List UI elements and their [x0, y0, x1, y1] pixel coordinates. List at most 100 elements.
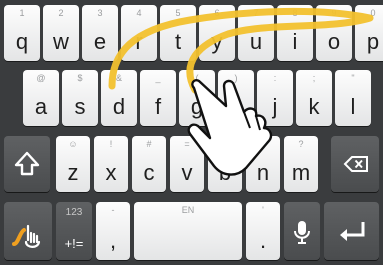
key-label: o [327, 29, 341, 54]
backspace-key[interactable] [331, 136, 379, 192]
key-hint: ; [312, 73, 316, 83]
period-key[interactable]: ' . [246, 202, 280, 260]
key-label: n [256, 160, 270, 185]
key-n[interactable]: + n [246, 136, 280, 192]
key-hint: @ [36, 73, 46, 83]
swype-logo-icon [12, 224, 41, 248]
key-c[interactable]: # c [132, 136, 166, 192]
microphone-icon [294, 221, 310, 244]
key-hint: 8 [292, 8, 298, 18]
key-hint: " [351, 73, 355, 83]
key-hint: - [111, 205, 115, 215]
key-label: k [308, 94, 320, 119]
key-q[interactable]: 1q [4, 5, 40, 61]
key-label: q [15, 29, 29, 54]
key-k[interactable]: ; k [296, 70, 332, 126]
key-hint: 9 [331, 8, 337, 18]
key-hint: 7 [253, 8, 259, 18]
key-e[interactable]: 3e [82, 5, 118, 61]
key-label: u [249, 29, 263, 54]
key-label: a [34, 94, 48, 119]
key-hint: 6 [214, 8, 220, 18]
key-l[interactable]: " l [335, 70, 371, 126]
backspace-icon [343, 156, 368, 172]
key-hint: : [273, 73, 277, 83]
key-x[interactable]: ! x [94, 136, 128, 192]
keyboard: 1q 2w 3e 4r 5t 6y 7u 8i 9o 0p @ a $ s & d _… [0, 0, 383, 265]
key-w[interactable]: 2w [43, 5, 79, 61]
shift-key[interactable] [4, 136, 50, 192]
key-hint: = [184, 139, 190, 149]
enter-key[interactable] [324, 202, 379, 260]
key-hint: 2 [58, 8, 64, 18]
key-o[interactable]: 9o [316, 5, 352, 61]
mic-key[interactable] [284, 202, 320, 260]
key-label: t [174, 29, 182, 54]
key-r[interactable]: 4r [121, 5, 157, 61]
key-label: y [211, 29, 223, 54]
symbols-key[interactable]: 123 +!= [56, 202, 92, 260]
key-label: i [292, 29, 298, 54]
key-label: l [350, 94, 356, 119]
key-label: v [181, 160, 193, 185]
key-g[interactable]: (g [179, 70, 215, 126]
key-hint: 5 [175, 8, 181, 18]
key-j[interactable]: :j [257, 70, 293, 126]
key-p[interactable]: 0p [355, 5, 383, 61]
key-label: x [105, 160, 117, 185]
key-hint: ☺ [68, 139, 78, 149]
key-label: m [291, 160, 311, 185]
key-hint: 4 [136, 8, 142, 18]
key-hint: & [115, 73, 122, 83]
key-label: s [74, 94, 86, 119]
key-label: z [67, 160, 79, 185]
key-label: f [154, 94, 162, 119]
key-a[interactable]: @ a [23, 70, 59, 126]
key-hint: 1 [19, 8, 25, 18]
key-m[interactable]: ? m [284, 136, 318, 192]
enter-arrow-icon [340, 222, 365, 241]
key-label: d [112, 94, 126, 119]
key-hint: # [146, 139, 152, 149]
key-u[interactable]: 7u [238, 5, 274, 61]
key-hint: + [260, 139, 266, 149]
key-label: , [109, 228, 117, 253]
key-label: . [259, 228, 267, 253]
key-f[interactable]: _ f [140, 70, 176, 126]
space-key[interactable]: EN [134, 202, 242, 260]
key-hint: ! [109, 139, 113, 149]
key-hint: ' [262, 205, 264, 215]
key-label: g [190, 94, 204, 119]
key-v[interactable]: = v [170, 136, 204, 192]
key-hint: $ [77, 73, 83, 83]
key-label: b [218, 160, 232, 185]
key-label: p [366, 29, 380, 54]
key-hint: ( [195, 73, 199, 83]
key-hint: / [223, 139, 227, 149]
shift-arrow-icon [14, 151, 40, 176]
key-label: e [93, 29, 107, 54]
key-i[interactable]: 8i [277, 5, 313, 61]
language-label: EN [181, 205, 195, 215]
key-y[interactable]: 6y [199, 5, 235, 61]
key-z[interactable]: ☺ z [56, 136, 90, 192]
key-s[interactable]: $ s [62, 70, 98, 126]
key-hint: _ [155, 73, 161, 83]
key-hint: ? [298, 139, 304, 149]
key-label: c [143, 160, 155, 185]
key-t[interactable]: 5t [160, 5, 196, 61]
key-label: r [135, 29, 143, 54]
key-hint: 123 [65, 207, 83, 218]
key-hint: 3 [97, 8, 103, 18]
key-label: h [229, 94, 243, 119]
key-h[interactable]: ) h [218, 70, 254, 126]
key-b[interactable]: / b [208, 136, 242, 192]
key-label: +!= [64, 236, 84, 251]
key-hint: 0 [370, 8, 376, 18]
key-label: w [53, 29, 69, 54]
key-d[interactable]: & d [101, 70, 137, 126]
swype-key[interactable] [4, 202, 52, 260]
key-label: j [272, 94, 278, 119]
key-hint: ) [234, 73, 238, 83]
comma-key[interactable]: - , [96, 202, 130, 260]
